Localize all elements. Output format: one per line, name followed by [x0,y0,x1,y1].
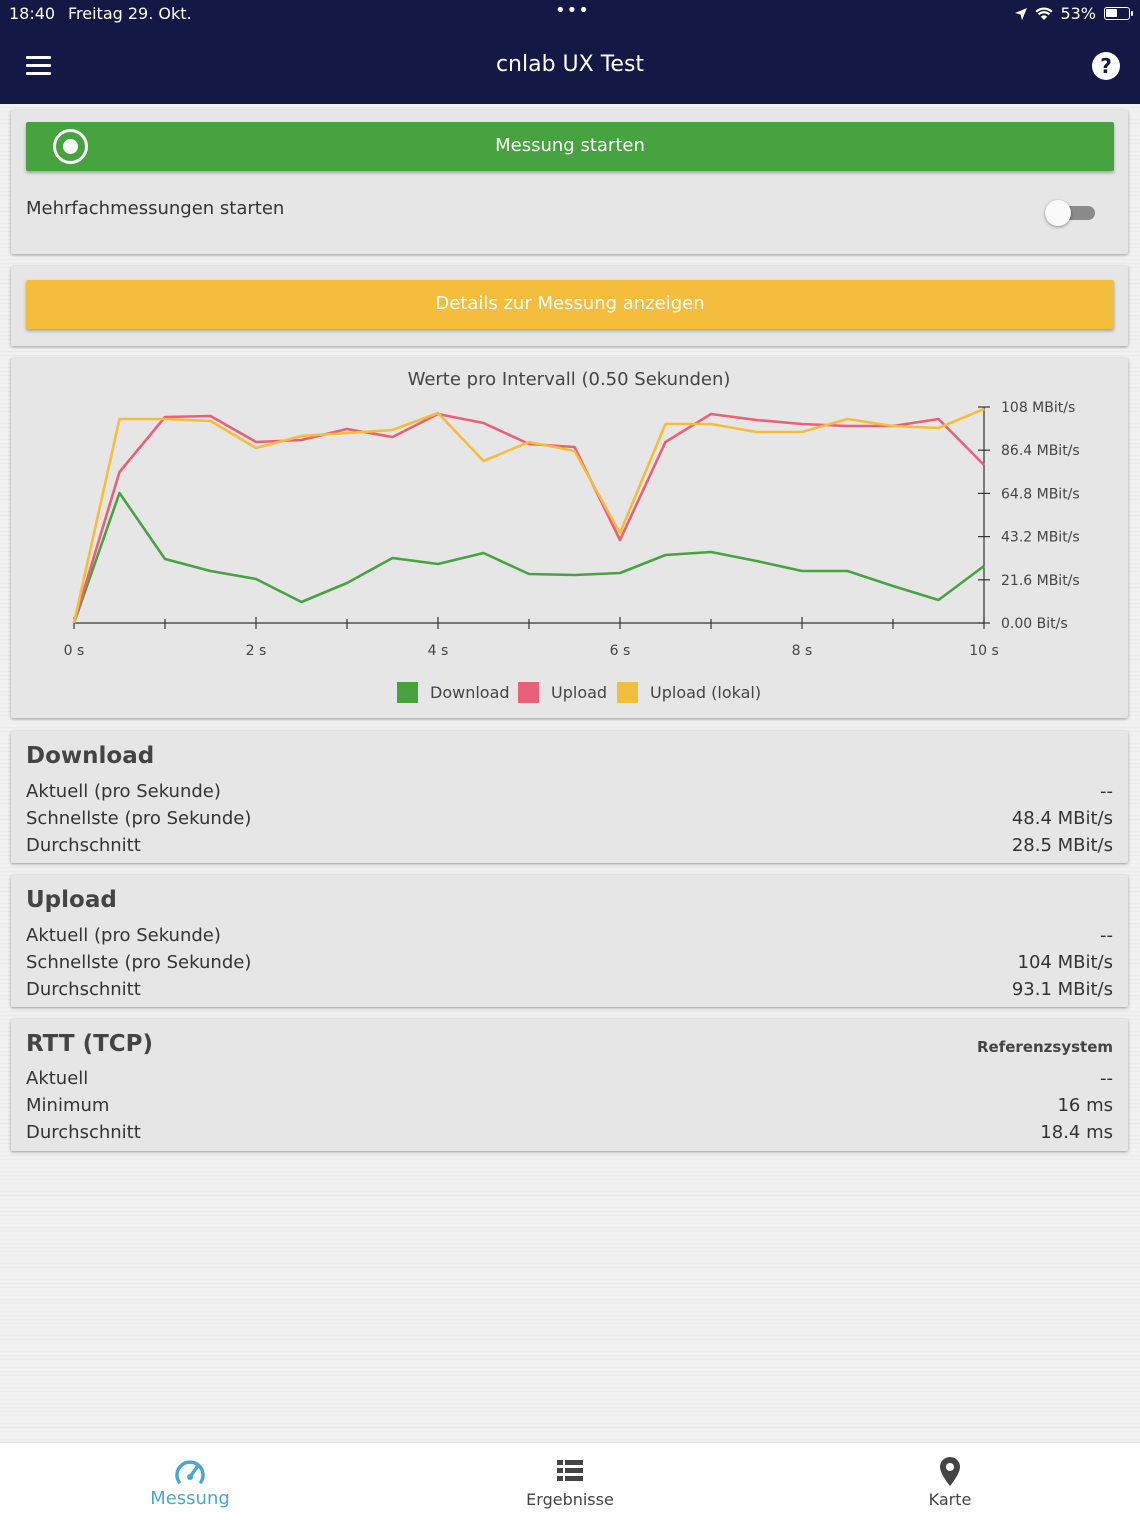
tab-label: Karte [928,1490,972,1509]
row-label: Durchschnitt [26,1122,141,1143]
tab-label: Ergebnisse [526,1490,614,1509]
upload-title: Upload [26,887,117,913]
battery-icon [1104,7,1133,20]
multitask-dots[interactable]: ••• [555,0,590,21]
y-tick-label: 108 MBit/s [1001,400,1075,416]
row-label: Minimum [26,1095,110,1116]
upload-stats-card: Upload Aktuell (pro Sekunde) -- Schnells… [11,875,1128,1007]
details-card: Details zur Messung anzeigen [11,266,1128,346]
chart-axes: 0 s 2 s 4 s 6 s 8 s 10 s0.00 Bit/s 21.6 MBit/s… [64,400,1080,659]
throughput-chart: Werte pro Intervall (0.50 Sekunden) 0 s 2… [64,369,1080,703]
reference-system-label: Referenzsystem [976,1038,1113,1056]
chart-legend: Download Upload Upload (lokal) [397,682,761,703]
show-details-button[interactable]: Details zur Messung anzeigen [26,280,1114,329]
map-pin-icon [940,1457,960,1486]
chart-title: Werte pro Intervall (0.50 Sekunden) [408,369,731,390]
start-measurement-button[interactable]: Messung starten [26,122,1114,171]
row-value: 18.4 ms [1040,1122,1113,1143]
row-value: 104 MBit/s [1017,952,1113,973]
start-measurement-label: Messung starten [495,135,645,156]
row-value: 48.4 MBit/s [1011,808,1113,829]
row-label: Aktuell (pro Sekunde) [26,781,221,802]
tab-karte[interactable]: Karte [760,1443,1140,1520]
status-right: 53% [1014,4,1133,23]
series-line-upload [72,412,985,624]
list-icon [557,1460,583,1481]
measure-card: Messung starten Mehrfachmessungen starte… [11,110,1128,254]
status-date: Freitag 29. Okt. [68,4,192,23]
row-value: -- [1100,781,1113,802]
y-tick-label: 21.6 MBit/s [1001,573,1080,589]
y-tick-label: 86.4 MBit/s [1001,443,1080,459]
tab-messung[interactable]: Messung [0,1443,380,1520]
multi-measurement-label: Mehrfachmessungen starten [26,198,285,219]
y-tick-label: 64.8 MBit/s [1001,486,1080,502]
legend-swatch [397,682,418,703]
speedometer-icon [175,1460,205,1484]
rtt-stats-card: RTT (TCP) Referenzsystem Aktuell -- Mini… [11,1019,1128,1151]
chart-card: Werte pro Intervall (0.50 Sekunden) 0 s 2… [11,358,1128,718]
page-title: cnlab UX Test [495,52,645,77]
y-tick-label: 0.00 Bit/s [1001,616,1068,632]
x-tick-label: 8 s [792,643,813,659]
row-label: Durchschnitt [26,835,141,856]
x-tick-label: 6 s [610,643,631,659]
series-line-upload-lokal [72,407,985,624]
legend-label: Upload (lokal) [650,683,761,702]
series-line-download [72,491,985,624]
download-stats-card: Download Aktuell (pro Sekunde) -- Schnel… [11,731,1128,863]
multi-measurement-toggle[interactable] [1045,200,1097,226]
x-tick-label: 0 s [64,643,85,659]
row-value: -- [1100,1068,1113,1089]
status-time: 18:40 [9,4,56,23]
legend-swatch [617,682,638,703]
tab-ergebnisse[interactable]: Ergebnisse [380,1443,760,1520]
x-tick-label: 4 s [428,643,449,659]
x-tick-label: 10 s [969,643,999,659]
row-label: Schnellste (pro Sekunde) [26,808,252,829]
row-label: Schnellste (pro Sekunde) [26,952,252,973]
legend-swatch [518,682,539,703]
rtt-title: RTT (TCP) [26,1031,154,1057]
legend-label: Download [430,683,510,702]
tab-bar: Messung Ergebnisse Karte [0,1442,1140,1520]
status-bar: 18:40 Freitag 29. Okt. ••• 53% [0,0,1140,30]
row-label: Aktuell [26,1068,89,1089]
wifi-icon [1035,7,1054,20]
x-tick-label: 2 s [246,643,267,659]
record-icon [53,129,88,164]
y-tick-label: 43.2 MBit/s [1001,530,1080,546]
download-title: Download [26,743,155,769]
location-arrow-icon [1015,7,1028,20]
show-details-label: Details zur Messung anzeigen [435,293,705,314]
toggle-knob [1045,200,1071,226]
nav-bar: cnlab UX Test ? [0,30,1140,104]
chart-lines [72,407,985,624]
row-value: 93.1 MBit/s [1011,979,1113,1000]
question-circle-icon[interactable]: ? [1092,52,1120,80]
row-value: -- [1100,925,1113,946]
battery-percent: 53% [1060,4,1096,23]
legend-label: Upload [551,683,607,702]
row-label: Durchschnitt [26,979,141,1000]
tab-label: Messung [150,1488,230,1509]
row-label: Aktuell (pro Sekunde) [26,925,221,946]
row-value: 28.5 MBit/s [1011,835,1113,856]
row-value: 16 ms [1057,1095,1113,1116]
